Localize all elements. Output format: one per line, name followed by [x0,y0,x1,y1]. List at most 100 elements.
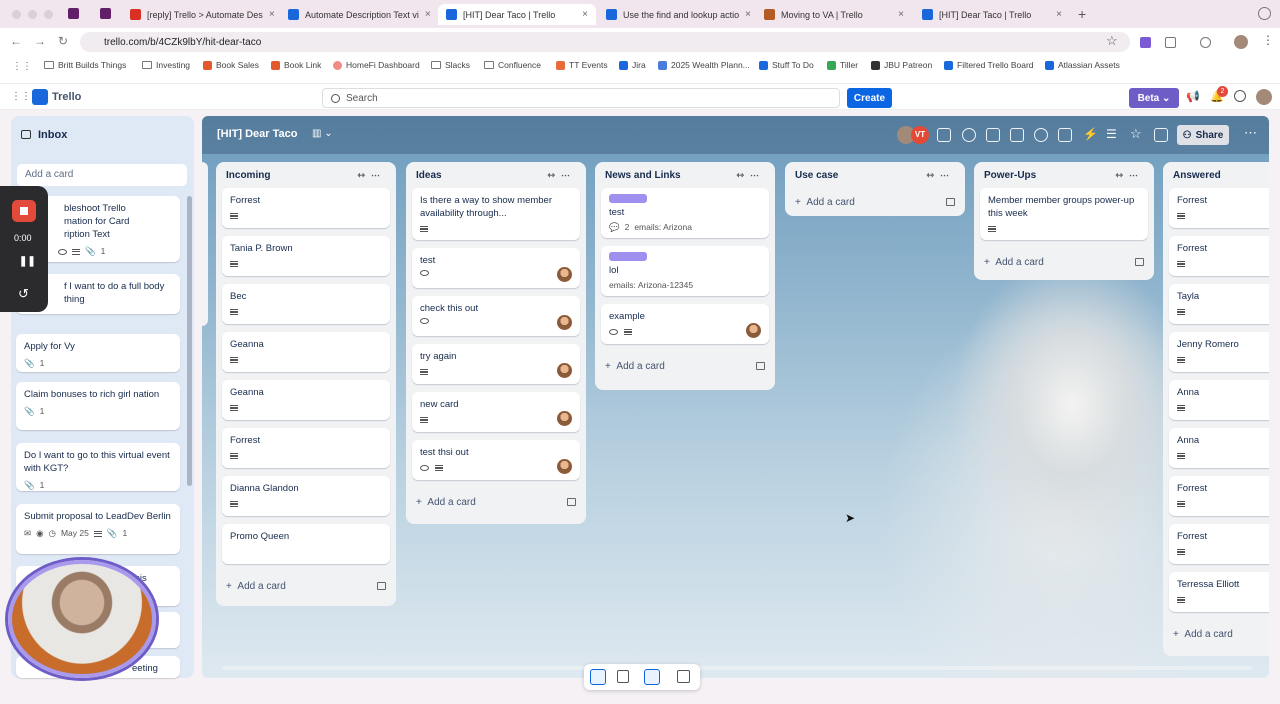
window-zoom-dot[interactable] [44,10,53,19]
profile-avatar[interactable] [1234,35,1248,49]
apps-grid-icon[interactable]: ⋮⋮ [12,61,32,72]
window-close-dot[interactable] [12,10,21,19]
card[interactable]: Tayla [1169,284,1269,324]
bookmark-item[interactable]: Filtered Trello Board [944,60,1034,70]
card[interactable]: test thsi out [412,440,580,480]
browser-tab[interactable]: [reply] Trello > Automate Des × [122,4,278,25]
close-tab-icon[interactable]: × [582,9,588,20]
window-minimize-dot[interactable] [28,10,37,19]
card[interactable]: Promo Queen [222,524,390,564]
bookmark-item[interactable]: Atlassian Assets [1045,60,1120,70]
stop-recording-button[interactable] [12,200,36,222]
close-tab-icon[interactable]: × [425,9,431,20]
inbox-card[interactable]: Claim bonuses to rich girl nation 📎 1 [16,382,180,430]
webcam-bubble[interactable] [8,560,156,678]
list-title[interactable]: Answered [1173,170,1221,181]
power-ups-rocket-icon[interactable] [1058,128,1072,142]
list-title[interactable]: Incoming [226,170,270,181]
board-title[interactable]: [HIT] Dear Taco [217,128,297,140]
restart-icon[interactable]: ↺ [18,286,29,302]
extension-icon[interactable] [1140,37,1151,48]
card[interactable]: test [412,248,580,288]
close-tab-icon[interactable]: × [269,9,275,20]
bookmark-item[interactable]: TT Events [556,60,608,70]
add-card-button[interactable]: + Add a card [406,488,586,516]
automation-bolt-icon[interactable]: ⚡ [1083,127,1098,141]
trello-logo-icon[interactable] [32,89,48,105]
board-menu-icon[interactable]: ⋯ [1244,125,1257,141]
card[interactable]: Anna [1169,380,1269,420]
template-icon[interactable] [756,362,765,370]
inbox-scrollbar[interactable] [187,196,192,486]
close-tab-icon[interactable]: × [745,9,751,20]
inbox-card[interactable]: Apply for Vy 📎 1 [16,334,180,372]
settings-gear-icon[interactable] [1034,128,1048,142]
inbox-card[interactable]: Submit proposal to LeadDev Berlin ✉ ◉ ◷ May… [16,504,180,554]
bookmark-item[interactable]: Slacks [431,60,470,70]
card[interactable]: Geanna [222,380,390,420]
bookmark-item[interactable]: Tiller [827,60,858,70]
account-avatar[interactable] [1256,89,1272,105]
add-card-button[interactable]: + Add a card [1163,620,1269,648]
link-icon[interactable] [962,128,976,142]
template-icon[interactable] [1135,258,1144,266]
help-icon[interactable] [1234,90,1246,102]
card[interactable]: Jenny Romero [1169,332,1269,372]
search-input[interactable]: Search [322,88,840,108]
add-card-button[interactable]: + Add a card [216,572,396,600]
card[interactable]: check this out [412,296,580,336]
card[interactable]: Forrest [1169,188,1269,228]
card[interactable]: Geanna [222,332,390,372]
list-collapse-menu-icon[interactable]: ⇿⋯ [547,170,576,181]
card[interactable]: Forrest [222,188,390,228]
bookmark-star-icon[interactable]: ☆ [1106,33,1118,49]
template-icon[interactable] [567,498,576,506]
back-icon[interactable]: ← [10,34,22,48]
list-collapse-menu-icon[interactable]: ⇿⋯ [1115,170,1144,181]
table-view-icon[interactable] [937,128,951,142]
card[interactable]: lol emails: Arizona-12345 [601,246,769,296]
switch-boards-icon[interactable] [677,670,690,683]
inbox-card[interactable]: Do I want to go to this virtual event wi… [16,443,180,491]
template-icon[interactable] [946,198,955,206]
board-scrollbar[interactable] [222,666,1252,670]
media-icon[interactable] [1200,37,1211,48]
card[interactable]: Is there a way to show member availabili… [412,188,580,240]
card[interactable]: Anna [1169,428,1269,468]
visibility-icon[interactable] [1154,128,1168,142]
browser-tab[interactable]: Automate Description Text vi × [280,4,436,25]
card[interactable]: Terressa Elliott [1169,572,1269,612]
close-tab-icon[interactable]: × [1056,9,1062,20]
browser-tab[interactable]: Moving to VA | Trello × [756,4,912,25]
card[interactable]: Member member groups power-up this week [980,188,1148,240]
browser-tab[interactable]: Use the find and lookup actio × [598,4,754,25]
card-icon[interactable] [986,128,1000,142]
bookmark-item[interactable]: HomeFi Dashboard [333,60,420,70]
add-card-button[interactable]: + Add a card [974,248,1154,276]
filter-icon[interactable]: ☰ [1106,127,1117,141]
card[interactable]: test 💬 2 emails: Arizona [601,188,769,238]
list-collapse-menu-icon[interactable]: ⇿⋯ [736,170,765,181]
bookmark-item[interactable]: Stuff To Do [759,60,814,70]
bookmark-item[interactable]: JBU Patreon [871,60,932,70]
list-title[interactable]: News and Links [605,170,681,181]
card[interactable]: new card [412,392,580,432]
list-collapse-menu-icon[interactable]: ⇿⋯ [926,170,955,181]
list-title[interactable]: Power-Ups [984,170,1036,181]
app-switcher-icon[interactable]: ⋮⋮ [11,91,31,102]
bookmark-item[interactable]: 2025 Wealth Plann... [658,60,750,70]
card[interactable]: Bec [222,284,390,324]
member-avatar-initials[interactable]: VT [911,126,929,144]
pause-icon[interactable]: ❚❚ [19,256,36,267]
extensions-puzzle-icon[interactable] [1165,37,1176,48]
bookmark-item[interactable]: Confluence [484,60,541,70]
card[interactable]: try again [412,344,580,384]
card[interactable]: Forrest [222,428,390,468]
card[interactable]: Forrest [1169,524,1269,564]
calendar-icon[interactable] [617,670,629,683]
new-tab-icon[interactable]: + [1078,6,1086,22]
bookmark-item[interactable]: Jira [619,60,646,70]
browser-menu-icon[interactable]: ⋮ [1262,33,1274,47]
card[interactable]: Forrest [1169,476,1269,516]
trello-logo-text[interactable]: Trello [52,91,81,103]
